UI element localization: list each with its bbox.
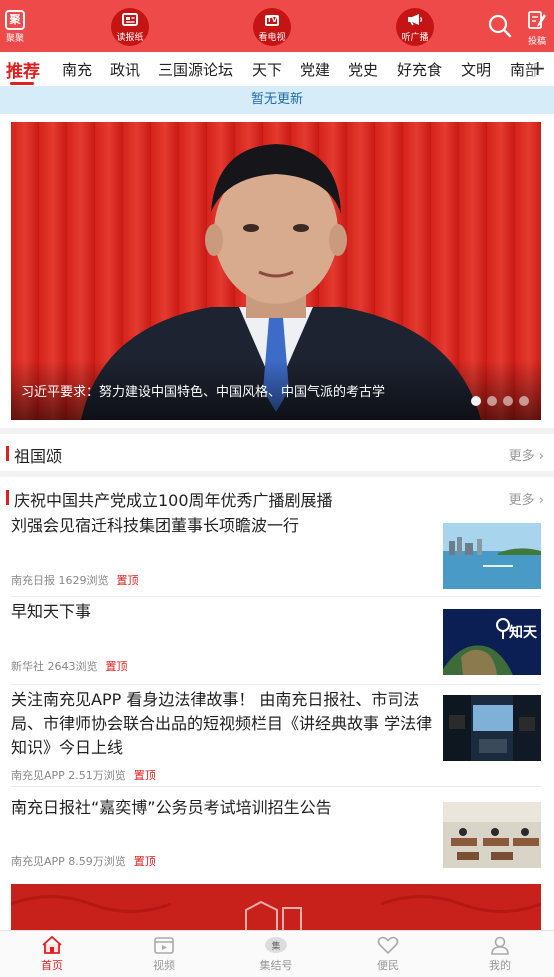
nav-video[interactable]: 视频 <box>129 935 199 973</box>
news-item[interactable]: 刘强会见宿迁科技集团董事长项瞻波一行 南充日报 1629浏览 置顶 <box>0 514 554 598</box>
carousel-caption: 习近平要求：努力建设中国特色、中国风格、中国气派的考古学 <box>21 385 386 400</box>
carousel-dot[interactable] <box>503 396 513 406</box>
person-icon <box>491 936 509 955</box>
news-meta: 新华社 2643浏览 置顶 <box>11 660 128 673</box>
channel-tabs: 推荐 南充 政讯 三国源论坛 天下 党建 党史 好充食 文明 南部 + <box>0 52 554 86</box>
nav-profile[interactable]: 我的 <box>465 935 535 973</box>
active-tab-indicator <box>10 82 34 85</box>
section-header: 庆祝中国共产党成立100周年优秀广播剧展播 更多 › <box>0 480 554 514</box>
tab-food[interactable]: 好充食 <box>397 59 442 80</box>
news-thumbnail <box>443 695 541 761</box>
carousel-dots <box>465 391 529 410</box>
news-item[interactable]: 关注南充见APP 看身边法律故事！ 由南充日报社、市司法局、市律师协会联合出品的… <box>0 688 554 788</box>
search-icon <box>488 14 512 38</box>
watch-tv-button[interactable]: TV 看电视 <box>253 8 291 46</box>
tab-world[interactable]: 天下 <box>252 59 282 80</box>
section-title: 庆祝中国共产党成立100周年优秀广播剧展播 <box>14 491 333 510</box>
nav-home[interactable]: 首页 <box>17 935 87 973</box>
tab-forum[interactable]: 三国源论坛 <box>158 59 233 80</box>
edit-icon <box>528 11 546 29</box>
news-thumbnail <box>443 802 541 868</box>
top-bar: 聚 聚聚 读报纸 TV 看电视 听广播 投稿 <box>0 0 554 52</box>
tab-politics[interactable]: 政讯 <box>110 59 140 80</box>
svg-text:集: 集 <box>271 940 280 952</box>
add-channel-icon[interactable]: + <box>529 56 546 80</box>
news-meta: 南充见APP 8.59万浏览 置顶 <box>11 855 156 868</box>
chevron-right-icon: › <box>538 493 544 508</box>
headline-carousel[interactable]: 习近平要求：努力建设中国特色、中国风格、中国气派的考古学 <box>11 122 541 420</box>
megaphone-icon <box>396 13 434 27</box>
section-title: 祖国颂 <box>14 447 63 466</box>
heart-icon <box>377 936 399 955</box>
search-button[interactable] <box>488 14 512 38</box>
carousel-dot[interactable] <box>519 396 529 406</box>
promo-banner[interactable] <box>11 884 541 934</box>
news-item[interactable]: 南充日报社“嘉奕博”公务员考试培训招生公告 南充见APP 8.59万浏览 置顶 <box>0 796 554 880</box>
news-meta: 南充见APP 2.51万浏览 置顶 <box>11 769 156 782</box>
news-title: 南充日报社“嘉奕博”公务员考试培训招生公告 <box>11 798 332 817</box>
tab-nanchong[interactable]: 南充 <box>62 59 92 80</box>
logo-icon: 聚 <box>5 10 25 30</box>
tv-icon: TV <box>265 15 279 26</box>
listen-radio-button[interactable]: 听广播 <box>396 8 434 46</box>
tab-party-building[interactable]: 党建 <box>300 59 330 80</box>
carousel-dot[interactable] <box>471 396 481 406</box>
pinned-badge: 置顶 <box>116 574 139 587</box>
pinned-badge: 置顶 <box>133 769 156 782</box>
chevron-right-icon: › <box>538 449 544 464</box>
home-icon <box>42 935 62 954</box>
svg-text:知天: 知天 <box>509 624 538 641</box>
app-logo[interactable]: 聚 聚聚 <box>4 10 26 44</box>
submit-article-button[interactable]: 投稿 <box>524 10 550 47</box>
news-item[interactable]: 早知天下事 新华社 2643浏览 置顶 知天 <box>0 600 554 686</box>
bottom-navigation: 首页 视频 集 集结号 便民 我的 <box>0 930 554 977</box>
news-title: 刘强会见宿迁科技集团董事长项瞻波一行 <box>11 516 300 535</box>
news-thumbnail <box>443 523 541 589</box>
tab-party-history[interactable]: 党史 <box>348 59 378 80</box>
update-notice: 暂无更新 <box>0 86 554 114</box>
news-title: 关注南充见APP 看身边法律故事！ 由南充日报社、市司法局、市律师协会联合出品的… <box>11 690 433 757</box>
read-newspaper-button[interactable]: 读报纸 <box>111 8 149 46</box>
pinned-badge: 置顶 <box>133 855 156 868</box>
video-icon <box>154 937 174 954</box>
logo-label: 聚聚 <box>5 34 24 44</box>
newspaper-icon <box>111 13 149 27</box>
tab-civilization[interactable]: 文明 <box>461 59 491 80</box>
news-thumbnail: 知天 <box>443 609 541 675</box>
rally-icon: 集 <box>265 937 287 953</box>
tab-recommend[interactable]: 推荐 <box>6 57 40 82</box>
section-header: 祖国颂 更多 › <box>0 436 554 470</box>
nav-services[interactable]: 便民 <box>353 935 423 973</box>
news-title: 早知天下事 <box>11 602 92 621</box>
more-link[interactable]: 更多 › <box>509 489 544 508</box>
more-link[interactable]: 更多 › <box>509 445 544 464</box>
news-meta: 南充日报 1629浏览 置顶 <box>11 574 139 587</box>
carousel-dot[interactable] <box>487 396 497 406</box>
pinned-badge: 置顶 <box>105 660 128 673</box>
nav-rally[interactable]: 集 集结号 <box>241 935 311 973</box>
